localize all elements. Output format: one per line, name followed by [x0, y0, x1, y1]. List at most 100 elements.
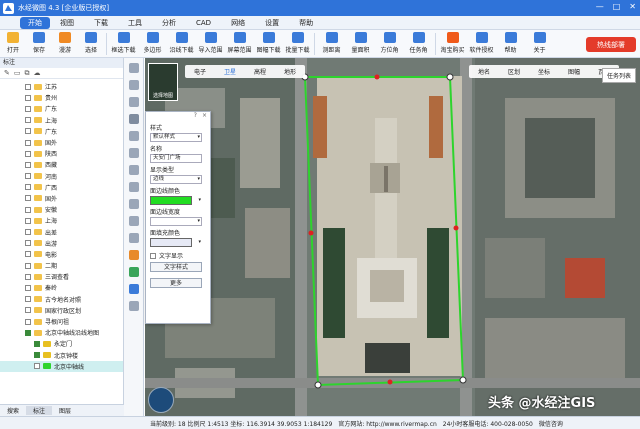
tree-checkbox[interactable] [25, 273, 31, 280]
toolbar-polygon-button[interactable]: 多边形 [138, 30, 167, 58]
menu-cad[interactable]: CAD [186, 19, 221, 27]
text-show-checkbox[interactable] [150, 252, 156, 259]
help-icon[interactable]: ? [194, 112, 197, 121]
tree-item[interactable]: 上海 [0, 215, 123, 226]
tree-item[interactable]: 出游 [0, 238, 123, 249]
tree-item[interactable]: 江苏 [0, 81, 123, 92]
map-tab[interactable]: 图幅 [559, 65, 589, 78]
tree-checkbox[interactable] [25, 117, 31, 124]
tree-tool-icon[interactable] [128, 267, 139, 277]
display-type-select[interactable]: 边线 ▾ [150, 175, 202, 184]
menu-tools[interactable]: 工具 [118, 18, 152, 28]
toolbar-import-button[interactable]: 导入范围 [196, 30, 225, 58]
tree-checkbox[interactable] [25, 262, 31, 269]
tree-item[interactable]: 国外 [0, 193, 123, 204]
line-width-select[interactable]: ▾ [150, 217, 202, 226]
measure-tool-icon[interactable] [128, 182, 139, 192]
tree-item[interactable]: 广东 [0, 103, 123, 114]
toolbar-box-download-button[interactable]: 框选下载 [109, 30, 138, 58]
tree-item[interactable]: 北京中轴线 [0, 360, 123, 372]
tree-checkbox[interactable] [25, 284, 31, 291]
satellite-map-view[interactable]: 选择地图 电子卫星高程地形 地名区划坐标图幅瓦片 任务列表 [145, 58, 640, 416]
tree-item[interactable]: 陕西 [0, 148, 123, 159]
tree-item[interactable]: 电影 [0, 249, 123, 260]
share-tool-icon[interactable] [128, 284, 139, 294]
tree-checkbox[interactable] [25, 161, 31, 168]
edit-icon[interactable]: ✎ [4, 69, 10, 77]
menu-start[interactable]: 开始 [20, 16, 50, 29]
toolbar-line-download-button[interactable]: 沿线下载 [167, 30, 196, 58]
hand-tool-icon[interactable] [128, 63, 139, 73]
text-show-toggle[interactable]: 文字显示 [150, 251, 210, 260]
tree-checkbox[interactable] [25, 173, 31, 180]
tree-checkbox[interactable] [25, 94, 31, 101]
tree-checkbox[interactable] [25, 251, 31, 258]
tree-checkbox[interactable] [34, 363, 40, 370]
map-tab[interactable]: 电子 [185, 65, 215, 78]
map-tab[interactable]: 高程 [245, 65, 275, 78]
tree-checkbox[interactable] [25, 83, 31, 90]
tree-checkbox[interactable] [25, 206, 31, 213]
tree-item[interactable]: 安徽 [0, 204, 123, 215]
tree-item[interactable]: 北京中轴线沿线地图 [0, 327, 123, 338]
name-input[interactable]: 天安门广场 [150, 154, 202, 163]
basemap-selector[interactable]: 选择地图 [148, 63, 178, 101]
style-select[interactable]: 默认样式 ▾ [150, 133, 202, 142]
toolbar-license-button[interactable]: 软件授权 [467, 30, 496, 58]
tree-checkbox[interactable] [25, 105, 31, 112]
tree-item[interactable]: 西藏 [0, 159, 123, 170]
tree-checkbox[interactable] [25, 307, 31, 314]
toolbar-sheet-button[interactable]: 图幅下载 [254, 30, 283, 58]
copy-icon[interactable]: ⧉ [25, 69, 30, 78]
folder-icon[interactable]: ▭ [14, 69, 21, 77]
task-list-button[interactable]: 任务列表 [601, 68, 636, 83]
tree-checkbox[interactable] [34, 352, 40, 359]
menu-view[interactable]: 视图 [50, 18, 84, 28]
fill-color-picker[interactable]: ▾ [150, 238, 202, 247]
tree-item[interactable]: 河南 [0, 171, 123, 182]
tree-checkbox[interactable] [25, 139, 31, 146]
tree-item[interactable]: 永定门 [0, 338, 123, 349]
cloud-icon[interactable]: ☁ [34, 69, 41, 77]
tree-item[interactable]: 二期 [0, 260, 123, 271]
minimize-button[interactable]: — [596, 2, 604, 11]
toolbar-ruler-button[interactable]: 测距离 [317, 30, 346, 58]
toolbar-taobao-button[interactable]: 淘宝购买 [438, 30, 467, 58]
help-tool-icon[interactable] [128, 301, 139, 311]
tree-checkbox[interactable] [25, 240, 31, 247]
maximize-button[interactable]: □ [613, 2, 621, 11]
menu-analysis[interactable]: 分析 [152, 18, 186, 28]
tree-checkbox[interactable] [25, 150, 31, 157]
tree-item[interactable]: 古今地名对照 [0, 294, 123, 305]
text-style-button[interactable]: 文字样式 [150, 262, 202, 272]
tree-checkbox[interactable] [25, 128, 31, 135]
print-tool-icon[interactable] [128, 199, 139, 209]
map-tab[interactable]: 坐标 [529, 65, 559, 78]
tree-item[interactable]: 贵州 [0, 92, 123, 103]
tree-item[interactable]: 出差 [0, 226, 123, 237]
menu-network[interactable]: 网络 [221, 18, 255, 28]
tree-checkbox[interactable] [25, 318, 31, 325]
tree-checkbox[interactable] [25, 184, 31, 191]
menu-help[interactable]: 帮助 [289, 18, 323, 28]
menu-download[interactable]: 下载 [84, 18, 118, 28]
map-tab[interactable]: 卫星 [215, 65, 245, 78]
toolbar-about-button[interactable]: 关于 [525, 30, 554, 58]
tree-checkbox[interactable] [25, 217, 31, 224]
map-tab[interactable]: 地名 [469, 65, 499, 78]
map-tab[interactable]: 区划 [499, 65, 529, 78]
toolbar-screen-button[interactable]: 屏幕范围 [225, 30, 254, 58]
close-button[interactable]: ✕ [629, 2, 636, 11]
tree-item[interactable]: 北京钟楼 [0, 350, 123, 361]
wechat-link[interactable]: 微信咨询 [539, 419, 563, 428]
tab-layers[interactable]: 图层 [52, 406, 78, 415]
tab-search[interactable]: 搜索 [0, 406, 26, 415]
layer-tool-icon[interactable] [128, 233, 139, 243]
tab-annotation[interactable]: 标注 [26, 406, 53, 415]
toolbar-angle-button[interactable]: 方位角 [375, 30, 404, 58]
menu-settings[interactable]: 设置 [255, 18, 289, 28]
tree-checkbox[interactable] [34, 340, 40, 347]
website-link[interactable]: 官方网站: http://www.rivermap.cn [338, 419, 436, 428]
tree-item[interactable]: 广东 [0, 126, 123, 137]
toolbar-cursor-button[interactable]: 选择 [78, 30, 104, 58]
